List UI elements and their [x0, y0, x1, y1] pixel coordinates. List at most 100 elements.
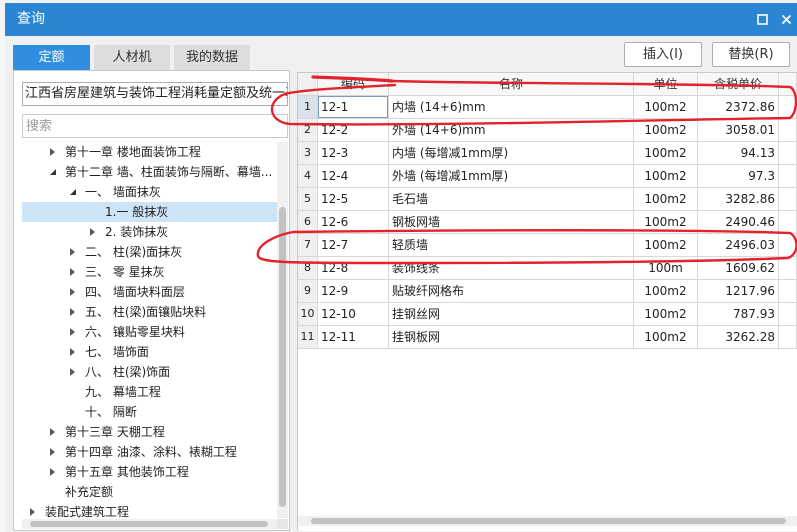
- cell-unit[interactable]: 100m2: [634, 165, 698, 188]
- cell-row-number[interactable]: 1: [298, 96, 318, 119]
- tree-node[interactable]: 十、 隔断: [22, 402, 277, 422]
- cell-price[interactable]: 1609.62: [698, 257, 779, 280]
- tree-node[interactable]: 七、 墙饰面: [22, 342, 277, 362]
- column-header-extra[interactable]: [779, 73, 797, 96]
- library-select[interactable]: 江西省房屋建筑与装饰工程消耗量定额及统一基: [22, 82, 288, 106]
- cell-row-number[interactable]: 3: [298, 142, 318, 165]
- cell-price[interactable]: 2496.03: [698, 234, 779, 257]
- cell-row-number[interactable]: 4: [298, 165, 318, 188]
- collapsed-arrow-icon[interactable]: [70, 368, 75, 376]
- column-header-price[interactable]: 含税单价: [698, 73, 779, 96]
- cell-code[interactable]: 12-8: [318, 257, 389, 280]
- tree-node[interactable]: 第十五章 其他装饰工程: [22, 462, 277, 482]
- cell-code[interactable]: 12-4: [318, 165, 389, 188]
- search-input[interactable]: [22, 114, 288, 138]
- cell-extra[interactable]: [779, 96, 797, 119]
- expanded-arrow-icon[interactable]: [50, 169, 56, 175]
- cell-unit[interactable]: 100m2: [634, 96, 698, 119]
- tab-quota[interactable]: 定额: [13, 45, 90, 70]
- cell-code[interactable]: 12-9: [318, 280, 389, 303]
- cell-extra[interactable]: [779, 188, 797, 211]
- cell-unit[interactable]: 100m2: [634, 211, 698, 234]
- collapsed-arrow-icon[interactable]: [70, 348, 75, 356]
- cell-code[interactable]: 12-10: [318, 303, 389, 326]
- cell-extra[interactable]: [779, 119, 797, 142]
- cell-extra[interactable]: [779, 257, 797, 280]
- table-row[interactable]: 5 12-5 毛石墙 100m2 3282.86: [298, 188, 797, 211]
- cell-unit[interactable]: 100m2: [634, 188, 698, 211]
- cell-name[interactable]: 外墙 (每增减1mm厚): [389, 165, 634, 188]
- cell-code[interactable]: 12-6: [318, 211, 389, 234]
- cell-extra[interactable]: [779, 142, 797, 165]
- cell-name[interactable]: 内墙 (每增减1mm厚): [389, 142, 634, 165]
- tree-node[interactable]: 六、 镶贴零星块料: [22, 322, 277, 342]
- tree-horizontal-scroll-thumb[interactable]: [30, 521, 268, 527]
- tree-node[interactable]: 二、 柱(梁)面抹灰: [22, 242, 277, 262]
- cell-code[interactable]: 12-2: [318, 119, 389, 142]
- cell-price[interactable]: 97.3: [698, 165, 779, 188]
- table-row[interactable]: 9 12-9 贴玻纤网格布 100m2 1217.96: [298, 280, 797, 303]
- cell-row-number[interactable]: 8: [298, 257, 318, 280]
- tree-node[interactable]: 一、 墙面抹灰: [22, 182, 277, 202]
- cell-name[interactable]: 贴玻纤网格布: [389, 280, 634, 303]
- tree-node[interactable]: 1.一 般抹灰: [22, 202, 277, 222]
- table-row[interactable]: 3 12-3 内墙 (每增减1mm厚) 100m2 94.13: [298, 142, 797, 165]
- column-header-unit[interactable]: 单位: [634, 73, 698, 96]
- table-row[interactable]: 1 12-1 内墙 (14+6)mm 100m2 2372.86: [298, 96, 797, 119]
- tree-node[interactable]: 九、 幕墙工程: [22, 382, 277, 402]
- collapsed-arrow-icon[interactable]: [50, 468, 55, 476]
- cell-name[interactable]: 毛石墙: [389, 188, 634, 211]
- cell-code[interactable]: 12-1: [318, 96, 389, 119]
- tree-node[interactable]: 第十四章 油漆、涂料、裱糊工程: [22, 442, 277, 462]
- tree-node[interactable]: 装配式建筑工程: [22, 502, 277, 518]
- collapsed-arrow-icon[interactable]: [70, 328, 75, 336]
- tree-node[interactable]: 五、 柱(梁)面镶贴块料: [22, 302, 277, 322]
- cell-price[interactable]: 3262.28: [698, 326, 779, 349]
- cell-row-number[interactable]: 11: [298, 326, 318, 349]
- cell-code[interactable]: 12-5: [318, 188, 389, 211]
- tree-node[interactable]: 八、 柱(梁)饰面: [22, 362, 277, 382]
- tree-node[interactable]: 第十一章 楼地面装饰工程: [22, 142, 277, 162]
- collapsed-arrow-icon[interactable]: [70, 268, 75, 276]
- cell-extra[interactable]: [779, 280, 797, 303]
- tree-node[interactable]: 三、 零 星抹灰: [22, 262, 277, 282]
- cell-row-number[interactable]: 7: [298, 234, 318, 257]
- tab-labor-material-machine[interactable]: 人材机: [94, 45, 170, 70]
- cell-price[interactable]: 787.93: [698, 303, 779, 326]
- cell-unit[interactable]: 100m2: [634, 234, 698, 257]
- tree-node[interactable]: 2. 装饰抹灰: [22, 222, 277, 242]
- cell-unit[interactable]: 100m: [634, 257, 698, 280]
- cell-name[interactable]: 轻质墙: [389, 234, 634, 257]
- cell-extra[interactable]: [779, 326, 797, 349]
- cell-price[interactable]: 2372.86: [698, 96, 779, 119]
- replace-button[interactable]: 替换(R): [712, 42, 790, 67]
- cell-row-number[interactable]: 9: [298, 280, 318, 303]
- close-icon[interactable]: [781, 14, 792, 25]
- collapsed-arrow-icon[interactable]: [30, 508, 35, 516]
- column-header-name[interactable]: 名称: [389, 73, 634, 96]
- tree-node[interactable]: 第十二章 墙、柱面装饰与隔断、幕墙...: [22, 162, 277, 182]
- title-bar[interactable]: 查询: [5, 3, 797, 36]
- collapsed-arrow-icon[interactable]: [50, 428, 55, 436]
- tree-node[interactable]: 补充定额: [22, 482, 277, 502]
- collapsed-arrow-icon[interactable]: [50, 448, 55, 456]
- table-row[interactable]: 8 12-8 装饰线条 100m 1609.62: [298, 257, 797, 280]
- cell-unit[interactable]: 100m2: [634, 326, 698, 349]
- collapsed-arrow-icon[interactable]: [50, 148, 55, 156]
- table-row[interactable]: 2 12-2 外墙 (14+6)mm 100m2 3058.01: [298, 119, 797, 142]
- tab-my-data[interactable]: 我的数据: [174, 45, 250, 70]
- cell-price[interactable]: 94.13: [698, 142, 779, 165]
- cell-code[interactable]: 12-11: [318, 326, 389, 349]
- cell-row-number[interactable]: 6: [298, 211, 318, 234]
- cell-price[interactable]: 3282.86: [698, 188, 779, 211]
- cell-name[interactable]: 外墙 (14+6)mm: [389, 119, 634, 142]
- collapsed-arrow-icon[interactable]: [90, 228, 95, 236]
- cell-price[interactable]: 1217.96: [698, 280, 779, 303]
- cell-row-number[interactable]: 10: [298, 303, 318, 326]
- cell-name[interactable]: 装饰线条: [389, 257, 634, 280]
- cell-unit[interactable]: 100m2: [634, 303, 698, 326]
- table-horizontal-scroll-thumb[interactable]: [311, 518, 786, 524]
- cell-price[interactable]: 2490.46: [698, 211, 779, 234]
- table-row[interactable]: 11 12-11 挂钢板网 100m2 3262.28: [298, 326, 797, 349]
- tree-node[interactable]: 第十三章 天棚工程: [22, 422, 277, 442]
